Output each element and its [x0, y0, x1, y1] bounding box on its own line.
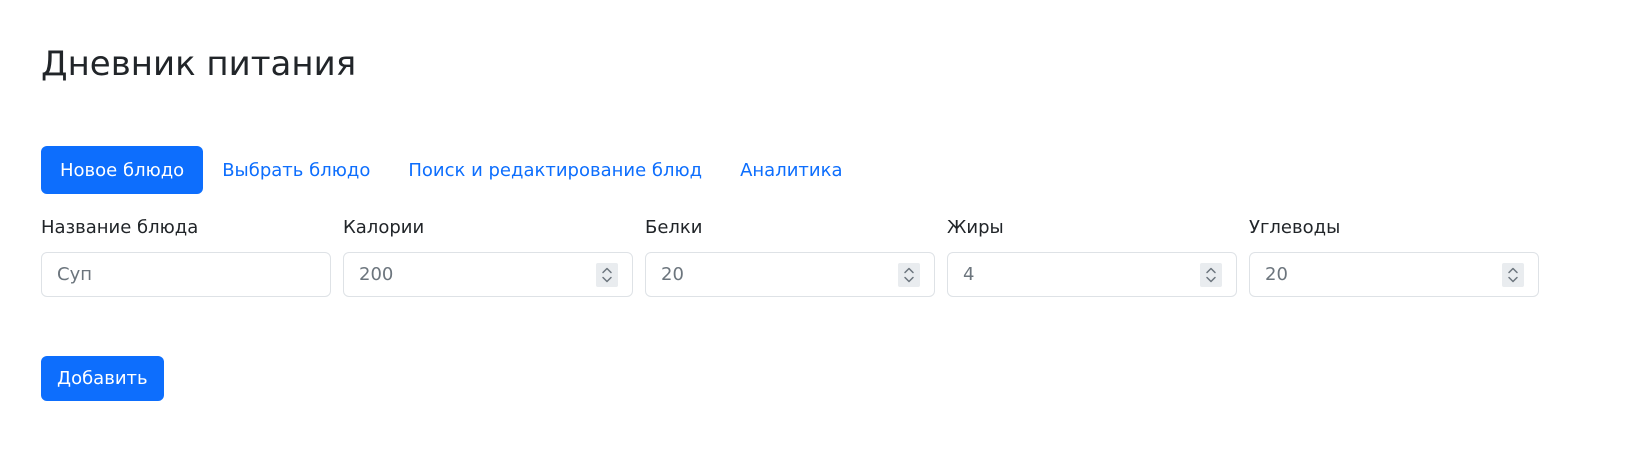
tab-search-edit-dishes[interactable]: Поиск и редактирование блюд [389, 146, 721, 194]
calories-group: Калории 200 [343, 215, 633, 297]
protein-group: Белки 20 [645, 215, 935, 297]
calories-spinner-icon[interactable] [596, 263, 618, 287]
fat-label: Жиры [947, 217, 1004, 238]
carbs-input[interactable]: 20 [1249, 252, 1539, 297]
calories-input[interactable]: 200 [343, 252, 633, 297]
fat-input[interactable]: 4 [947, 252, 1237, 297]
fat-group: Жиры 4 [947, 215, 1237, 297]
dish-name-group: Название блюда Суп [41, 215, 331, 297]
carbs-label: Углеводы [1249, 217, 1341, 238]
tab-new-dish[interactable]: Новое блюдо [41, 146, 204, 194]
carbs-group: Углеводы 20 [1249, 215, 1539, 297]
tab-choose-dish[interactable]: Выбрать блюдо [203, 146, 389, 194]
calories-placeholder: 200 [359, 264, 394, 285]
dish-name-label: Название блюда [41, 217, 199, 238]
carbs-placeholder: 20 [1265, 264, 1288, 285]
page-title: Дневник питания [41, 44, 357, 84]
fat-placeholder: 4 [963, 264, 975, 285]
protein-spinner-icon[interactable] [898, 263, 920, 287]
dish-name-input[interactable]: Суп [41, 252, 331, 297]
page: Дневник питания Новое блюдо Выбрать блюд… [0, 0, 1647, 464]
protein-label: Белки [645, 217, 703, 238]
carbs-spinner-icon[interactable] [1502, 263, 1524, 287]
calories-label: Калории [343, 217, 425, 238]
fat-spinner-icon[interactable] [1200, 263, 1222, 287]
new-dish-form: Название блюда Суп Калории 200 Белки 20 [41, 215, 1601, 297]
protein-input[interactable]: 20 [645, 252, 935, 297]
dish-name-placeholder: Суп [57, 264, 92, 285]
tab-bar: Новое блюдо Выбрать блюдо Поиск и редакт… [41, 146, 861, 194]
tab-analytics[interactable]: Аналитика [721, 146, 861, 194]
add-button[interactable]: Добавить [41, 356, 164, 401]
protein-placeholder: 20 [661, 264, 684, 285]
